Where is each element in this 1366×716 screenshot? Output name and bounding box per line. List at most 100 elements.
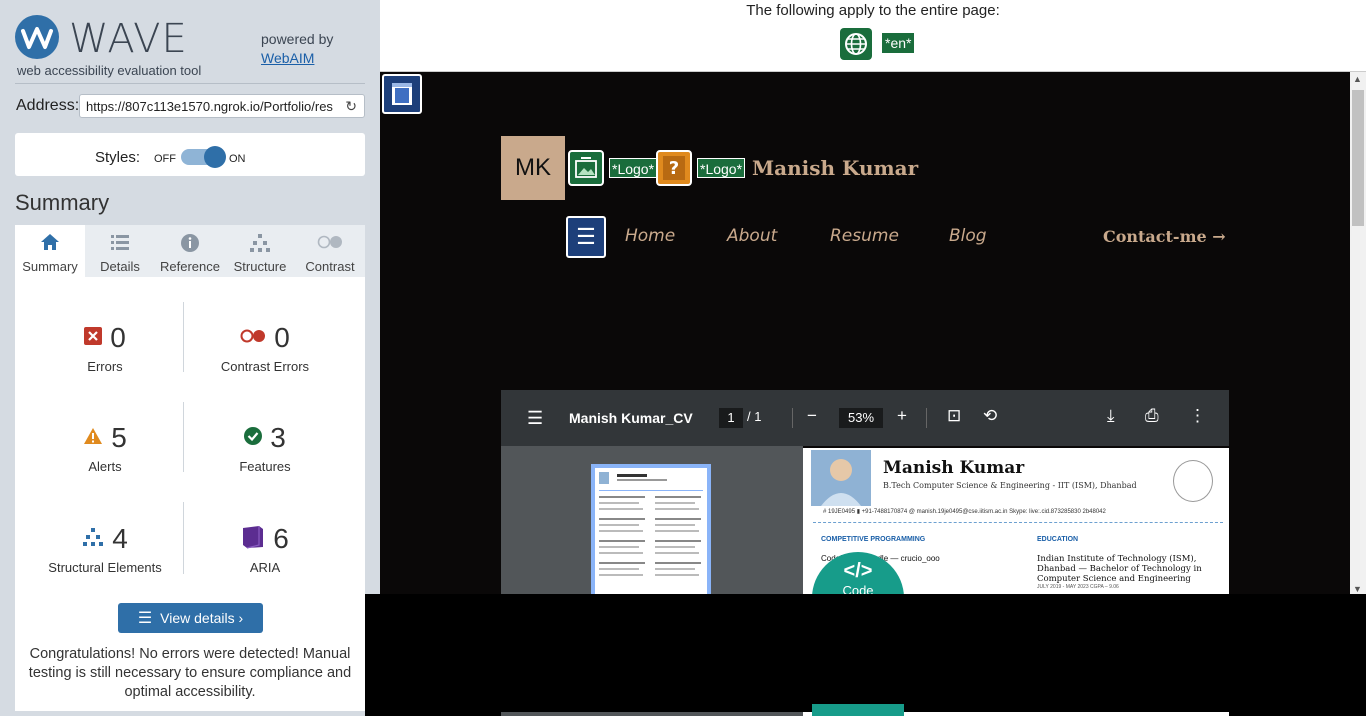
pdf-toolbar: ☰ Manish Kumar_CV 1 / 1 − 53% + ⊡ ⟲ ⤓ ⎙ … [501,390,1229,446]
alt-text-tag[interactable]: *Logo* [609,158,658,178]
site-brand-name[interactable]: Manish Kumar [752,156,918,180]
nav-about[interactable]: About [727,226,777,246]
view-details-button[interactable]: ☰ View details › [118,603,263,633]
linked-image-icon[interactable] [568,150,604,186]
stat-structural[interactable]: 4 Structural Elements [20,522,190,575]
contact-link[interactable]: Contact-me → [1103,227,1226,246]
tab-contrast[interactable]: Contrast [295,225,365,277]
page-scrollbar[interactable]: ▲ ▼ [1350,72,1366,596]
styles-label: Styles: [95,149,141,166]
code-badge-edge [812,704,904,716]
view-details-label: View details › [160,610,244,626]
rotate-icon[interactable]: ⟲ [983,406,997,426]
tab-label: Contrast [305,259,355,274]
list-icon: ☰ [137,610,153,627]
tab-label: Details [100,259,140,274]
nav-home[interactable]: Home [625,226,675,246]
stat-errors[interactable]: 0 Errors [20,321,190,374]
wave-sidebar: WAVE web accessibility evaluation tool p… [0,0,380,716]
styles-toggle[interactable] [181,146,226,168]
evaluated-page: MK *Logo* ? *Logo* Manish Kumar ☰ Home A… [380,72,1350,596]
nav-blog[interactable]: Blog [949,226,987,246]
thumbnail-sidebar [501,446,803,596]
powered-by-label: powered by [261,31,334,47]
structure-icon [82,527,104,552]
reload-icon[interactable]: ↻ [345,98,357,115]
alt-text-tag[interactable]: *Logo* [697,158,746,178]
page-number-input[interactable]: 1 [719,408,743,428]
errors-count: 0 [110,322,126,353]
wave-wordmark: WAVE [69,16,188,62]
styles-on-label: ON [229,153,246,165]
cv-name: Manish Kumar [883,458,1025,478]
cv-section-heading: EDUCATION [1037,536,1079,543]
nav-resume[interactable]: Resume [830,226,899,246]
print-icon[interactable]: ⎙ [1145,406,1159,426]
address-label: Address: [16,97,80,114]
aria-icon [241,525,265,554]
contrast-errors-label: Contrast Errors [220,359,310,374]
zoom-out-icon[interactable]: − [807,406,817,426]
alerts-count: 5 [111,422,127,453]
more-options-icon[interactable]: ⋮ [1189,406,1206,426]
globe-icon[interactable] [840,28,872,60]
divider [926,408,927,428]
contrast-icon [295,233,365,253]
scroll-down-icon[interactable]: ▼ [1353,584,1362,594]
wave-tagline: web accessibility evaluation tool [17,63,202,78]
page-level-heading: The following apply to the entire page: [746,2,1000,19]
error-icon [84,326,103,350]
download-icon[interactable]: ⤓ [1107,406,1115,426]
styles-toggle-panel: Styles: OFF ON [15,133,365,176]
tab-label: Structure [233,259,287,274]
profile-photo [811,450,871,506]
initials-logo[interactable]: MK [501,136,565,200]
rendering-overlay [365,594,1366,716]
webaim-link[interactable]: WebAIM [261,50,314,66]
home-icon [15,233,85,253]
aria-region-icon[interactable] [382,74,422,114]
thumbnail-sidebar-edge [501,712,803,716]
scroll-up-icon[interactable]: ▲ [1353,74,1362,84]
cv-subtitle: B.Tech Computer Science & Engineering - … [883,481,1137,490]
cv-section-heading: COMPETITIVE PROGRAMMING [821,536,926,543]
aria-count: 6 [273,523,289,554]
stat-alerts[interactable]: 5 Alerts [20,421,190,474]
institute-seal-icon [1173,460,1213,502]
page-level-bar: The following apply to the entire page: … [380,0,1366,72]
page-thumbnail[interactable] [591,464,711,596]
zoom-input[interactable]: 53% [839,408,883,428]
aria-label: ARIA [249,560,281,575]
navigation-icon[interactable]: ☰ [566,216,606,258]
tab-summary[interactable]: Summary [15,225,85,277]
fit-page-icon[interactable]: ⊡ [947,406,961,426]
powered-by: powered by WebAIM [261,30,333,68]
wave-logo-icon [15,15,59,59]
page-total: / 1 [747,409,762,424]
features-label: Features [239,459,291,474]
svg-text:?: ? [669,158,679,179]
structural-count: 4 [112,523,128,554]
stat-aria[interactable]: 6 ARIA [180,522,350,575]
address-input[interactable]: https://807c113e1570.ngrok.io/Portfolio/… [79,94,365,118]
divider [813,522,1223,523]
menu-icon[interactable]: ☰ [527,408,543,429]
scroll-thumb[interactable] [1352,90,1364,226]
divider [792,408,793,428]
zoom-in-icon[interactable]: + [897,406,907,426]
tab-reference[interactable]: Reference [155,225,225,277]
tab-structure[interactable]: Structure [225,225,295,277]
structural-label: Structural Elements [48,560,162,575]
features-count: 3 [270,422,286,453]
stat-contrast-errors[interactable]: 0 Contrast Errors [180,321,350,374]
pdf-title: Manish Kumar_CV [569,410,693,426]
congrats-message: Congratulations! No errors were detected… [28,646,352,700]
contrast-error-icon [240,329,266,348]
toggle-knob[interactable] [204,146,226,168]
suspicious-alt-icon[interactable]: ? [656,150,692,186]
alert-icon [83,427,103,450]
language-tag[interactable]: *en* [882,33,915,53]
tab-details[interactable]: Details [85,225,155,277]
cv-contacts: # 19JE0495 ▮ +91-7488170874 @ manish.19j… [823,509,1106,515]
stat-features[interactable]: 3 Features [180,421,350,474]
